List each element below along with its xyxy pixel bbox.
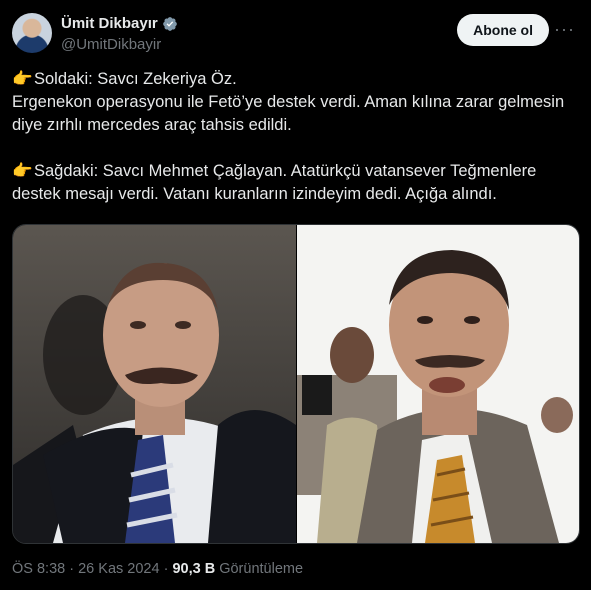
footer-separator: · bbox=[163, 561, 169, 577]
tweet-footer: ÖS 8:38 · 26 Kas 2024 · 90,3 B Görüntüle… bbox=[12, 561, 303, 577]
author-handle[interactable]: @UmitDikbayir bbox=[61, 36, 161, 53]
tweet-header: Ümit Dikbayır @UmitDikbayir Abone ol ··· bbox=[12, 12, 579, 56]
tweet-para2-text: Sağdaki: Savcı Mehmet Çağlayan. Atatürkç… bbox=[12, 162, 537, 203]
photo-left-illustration bbox=[13, 225, 296, 543]
tweet-paragraph-2: 👉Sağdaki: Savcı Mehmet Çağlayan. Atatürk… bbox=[12, 160, 578, 206]
avatar[interactable] bbox=[12, 13, 52, 53]
verified-badge-icon bbox=[162, 16, 177, 31]
photo-right-illustration bbox=[296, 225, 579, 543]
footer-separator: · bbox=[69, 561, 75, 577]
follow-button[interactable]: Abone ol bbox=[457, 14, 549, 46]
photo-left[interactable] bbox=[13, 225, 296, 543]
tweet-text: 👉Soldaki: Savcı Zekeriya Öz. Ergenekon o… bbox=[12, 68, 578, 206]
author-name-row[interactable]: Ümit Dikbayır bbox=[61, 15, 178, 32]
tweet-time[interactable]: ÖS 8:38 bbox=[12, 561, 65, 577]
photo-right[interactable] bbox=[296, 225, 579, 543]
author-display-name[interactable]: Ümit Dikbayır bbox=[61, 15, 158, 32]
tweet-date[interactable]: 26 Kas 2024 bbox=[78, 561, 159, 577]
pointing-right-emoji-icon: 👉 bbox=[12, 70, 33, 88]
tweet-media[interactable] bbox=[12, 224, 580, 544]
tweet-paragraph-1: 👉Soldaki: Savcı Zekeriya Öz. Ergenekon o… bbox=[12, 68, 578, 137]
pointing-right-emoji-icon: 👉 bbox=[12, 162, 33, 180]
more-options-icon[interactable]: ··· bbox=[554, 20, 575, 38]
tweet-para1-line1: Soldaki: Savcı Zekeriya Öz. bbox=[34, 70, 237, 88]
views-count: 90,3 B bbox=[172, 561, 216, 577]
views-label: Görüntüleme bbox=[219, 561, 304, 577]
tweet-para1-line2: Ergenekon operasyonu ile Fetö’ye destek … bbox=[12, 93, 565, 134]
